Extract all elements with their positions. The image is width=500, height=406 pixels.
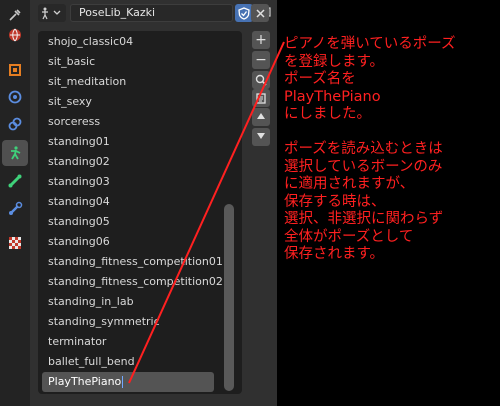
pose-list-item[interactable]: standing04: [42, 192, 214, 212]
move-pose-up-button[interactable]: [252, 108, 270, 126]
armature-data-tab[interactable]: [2, 140, 28, 166]
pose-list-item[interactable]: standing_symmetric: [42, 312, 214, 332]
world-icon: [9, 28, 21, 42]
pose-list-item[interactable]: standing_fitness_competition02: [42, 272, 223, 292]
expand-filter-icon[interactable]: ▶: [46, 392, 52, 394]
constraints-tab[interactable]: [2, 111, 28, 137]
pose-name-edit-field[interactable]: PlayThePiano: [42, 372, 214, 392]
add-pose-button[interactable]: +: [252, 31, 270, 49]
pose-list-item[interactable]: standing_in_lab: [42, 292, 214, 312]
pose-list-item[interactable]: ballet_full_bend: [42, 352, 214, 372]
object-tab[interactable]: [2, 57, 28, 83]
close-icon: [255, 8, 265, 18]
bone-constraint-tab[interactable]: [2, 196, 28, 222]
armature-pose-dropdown-icon: [42, 7, 61, 20]
bone-constraint-icon: [9, 201, 23, 215]
pose-library-name-field[interactable]: PoseLib_Kazki: [70, 4, 233, 22]
properties-tab-strip: [0, 0, 30, 406]
world-tab[interactable]: [2, 22, 28, 48]
physics-icon: [8, 90, 22, 104]
pose-library-panel: PoseLib_Kazki shojo_classic04 sit_basic si…: [0, 0, 277, 406]
object-icon: [9, 64, 21, 76]
physics-tab[interactable]: [2, 84, 28, 110]
shield-icon: [238, 6, 250, 20]
pose-library-browse-button[interactable]: [38, 4, 66, 22]
pose-list-item[interactable]: terminator: [42, 332, 214, 352]
pose-name-edit-text: PlayThePiano: [48, 375, 122, 388]
tool-icon: [9, 9, 21, 21]
remove-pose-button[interactable]: −: [252, 51, 270, 69]
pose-list-item[interactable]: standing05: [42, 212, 214, 232]
bone-tab[interactable]: [2, 168, 28, 194]
zoom-icon: [255, 74, 267, 86]
apply-pose-button[interactable]: [252, 71, 270, 89]
pose-list-item[interactable]: standing03: [42, 172, 214, 192]
annotation-text: ピアノを弾いているポーズ を登録します。 ポーズ名を PlayThePiano …: [284, 36, 456, 262]
pose-list-item[interactable]: standing02: [42, 152, 214, 172]
pose-list-item[interactable]: standing01: [42, 132, 214, 152]
move-pose-down-button[interactable]: [252, 128, 270, 146]
pose-list-item[interactable]: sit_sexy: [42, 92, 214, 112]
pose-list-item[interactable]: sit_meditation: [42, 72, 214, 92]
pose-list[interactable]: shojo_classic04 sit_basic sit_meditation si…: [38, 31, 242, 394]
text-cursor: [122, 376, 124, 388]
constraints-icon: [8, 117, 22, 131]
pose-list-item[interactable]: sit_basic: [42, 52, 214, 72]
texture-icon: [9, 237, 21, 249]
armature-data-icon: [11, 146, 21, 160]
pose-list-item[interactable]: sorceress: [42, 112, 214, 132]
bone-icon: [8, 174, 22, 188]
pose-library-header: PoseLib_Kazki: [30, 0, 277, 26]
clipboard-icon: [256, 93, 266, 104]
pose-list-item[interactable]: standing06: [42, 232, 214, 252]
sanitize-poses-button[interactable]: [252, 89, 270, 107]
triangle-down-icon: [257, 133, 265, 139]
pose-list-item[interactable]: shojo_classic04: [42, 32, 214, 52]
list-scrollbar[interactable]: [224, 204, 234, 391]
unlink-button[interactable]: [251, 4, 269, 22]
texture-tab[interactable]: [2, 230, 28, 256]
pose-list-item[interactable]: standing_fitness_competition01: [42, 252, 223, 272]
triangle-up-icon: [257, 113, 265, 119]
